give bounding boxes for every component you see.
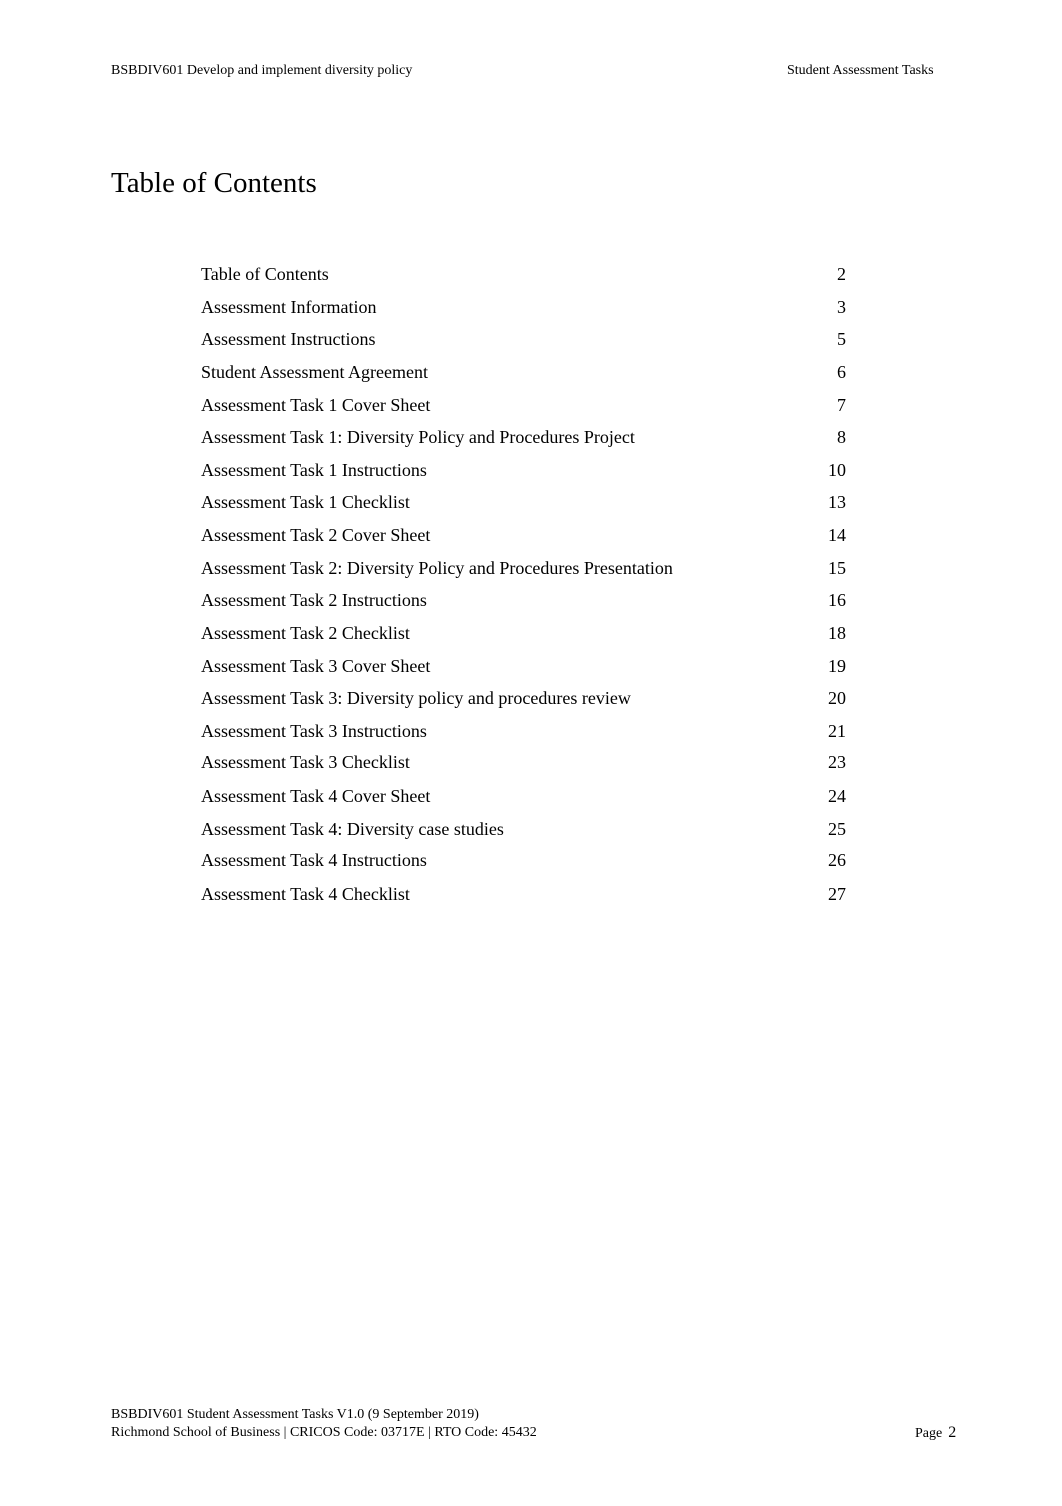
toc-entry[interactable]: Assessment Task 3 Checklist 23 — [201, 750, 846, 774]
toc-entry[interactable]: Assessment Instructions 5 — [201, 327, 846, 351]
footer-version: BSBDIV601 Student Assessment Tasks V1.0 … — [111, 1407, 479, 1422]
toc-entry-page-number: 16 — [828, 590, 846, 610]
toc-entry-page-number: 27 — [828, 884, 846, 904]
toc-entry[interactable]: Assessment Task 2: Diversity Policy and … — [201, 556, 846, 580]
toc-entry[interactable]: Assessment Task 2 Instructions 16 — [201, 588, 846, 612]
toc-entry-label: Assessment Task 4 Instructions — [201, 850, 427, 870]
toc-entry[interactable]: Assessment Task 3: Diversity policy and … — [201, 686, 846, 710]
toc-entry-label: Assessment Task 3 Instructions — [201, 721, 427, 741]
footer-organization: Richmond School of Business | CRICOS Cod… — [111, 1425, 537, 1440]
toc-entry-page-number: 25 — [828, 819, 846, 839]
toc-entry-page-number: 10 — [828, 460, 846, 480]
toc-entry-label: Assessment Task 1: Diversity Policy and … — [201, 427, 635, 447]
footer-page-label: Page — [915, 1426, 943, 1441]
toc-entry-page-number: 13 — [828, 492, 846, 512]
toc-entry-label: Assessment Task 4: Diversity case studie… — [201, 819, 504, 839]
toc-entry-label: Assessment Task 3: Diversity policy and … — [201, 688, 631, 708]
header-unit-title: BSBDIV601 Develop and implement diversit… — [111, 63, 413, 78]
toc-entry[interactable]: Assessment Task 1 Cover Sheet 7 — [201, 393, 846, 417]
toc-entry-page-number: 14 — [828, 525, 846, 545]
toc-entry-page-number: 21 — [828, 721, 846, 741]
toc-entry[interactable]: Assessment Task 1 Instructions 10 — [201, 458, 846, 482]
toc-entry[interactable]: Assessment Task 1 Checklist 13 — [201, 490, 846, 514]
toc-entry-label: Assessment Information — [201, 297, 377, 317]
toc-entry-label: Table of Contents — [201, 264, 329, 284]
toc-entry-page-number: 3 — [837, 297, 846, 317]
toc-entry-label: Assessment Task 1 Checklist — [201, 492, 410, 512]
toc-entry[interactable]: Assessment Task 3 Instructions 21 — [201, 719, 846, 743]
toc-entry[interactable]: Assessment Task 4 Cover Sheet 24 — [201, 784, 846, 808]
toc-entry-label: Assessment Task 3 Checklist — [201, 752, 410, 772]
toc-entry-label: Assessment Task 4 Checklist — [201, 884, 410, 904]
toc-entry[interactable]: Table of Contents 2 — [201, 262, 846, 286]
toc-entry-page-number: 8 — [837, 427, 846, 447]
toc-entry-label: Assessment Task 1 Cover Sheet — [201, 395, 431, 415]
footer-page-number: 2 — [948, 1424, 957, 1441]
toc-entry-page-number: 24 — [828, 786, 846, 806]
toc-entry[interactable]: Assessment Task 2 Cover Sheet 14 — [201, 523, 846, 547]
toc-entry-label: Assessment Task 2 Cover Sheet — [201, 525, 431, 545]
toc-entry-page-number: 20 — [828, 688, 846, 708]
toc-entry[interactable]: Assessment Information 3 — [201, 295, 846, 319]
toc-entry-page-number: 5 — [837, 329, 846, 349]
toc-entry-label: Assessment Task 2 Instructions — [201, 590, 427, 610]
toc-entry-page-number: 26 — [828, 850, 846, 870]
toc-entry-label: Assessment Task 2 Checklist — [201, 623, 410, 643]
toc-entry-page-number: 2 — [837, 264, 846, 284]
toc-entry[interactable]: Assessment Task 4 Instructions 26 — [201, 848, 846, 872]
footer-page-indicator: Page 2 — [915, 1423, 956, 1444]
toc-entry[interactable]: Assessment Task 2 Checklist 18 — [201, 621, 846, 645]
toc-entry-page-number: 7 — [837, 395, 846, 415]
toc-entry-label: Assessment Task 3 Cover Sheet — [201, 656, 431, 676]
toc-entry-label: Assessment Task 1 Instructions — [201, 460, 427, 480]
toc-entry-page-number: 15 — [828, 558, 846, 578]
toc-entry-label: Assessment Task 4 Cover Sheet — [201, 786, 431, 806]
toc-entry-page-number: 23 — [828, 752, 846, 772]
toc-entry-page-number: 18 — [828, 623, 846, 643]
toc-entry[interactable]: Assessment Task 4 Checklist 27 — [201, 882, 846, 906]
toc-entry-page-number: 6 — [837, 362, 846, 382]
toc-entry[interactable]: Assessment Task 1: Diversity Policy and … — [201, 425, 846, 449]
toc-entry-label: Student Assessment Agreement — [201, 362, 428, 382]
toc-entry-page-number: 19 — [828, 656, 846, 676]
page-title: Table of Contents — [111, 167, 317, 199]
toc-entry[interactable]: Assessment Task 4: Diversity case studie… — [201, 817, 846, 841]
header-document-type: Student Assessment Tasks — [787, 63, 934, 78]
toc-entry-label: Assessment Task 2: Diversity Policy and … — [201, 558, 673, 578]
toc-entry[interactable]: Assessment Task 3 Cover Sheet 19 — [201, 654, 846, 678]
toc-entry[interactable]: Student Assessment Agreement 6 — [201, 360, 846, 384]
toc-entry-label: Assessment Instructions — [201, 329, 376, 349]
